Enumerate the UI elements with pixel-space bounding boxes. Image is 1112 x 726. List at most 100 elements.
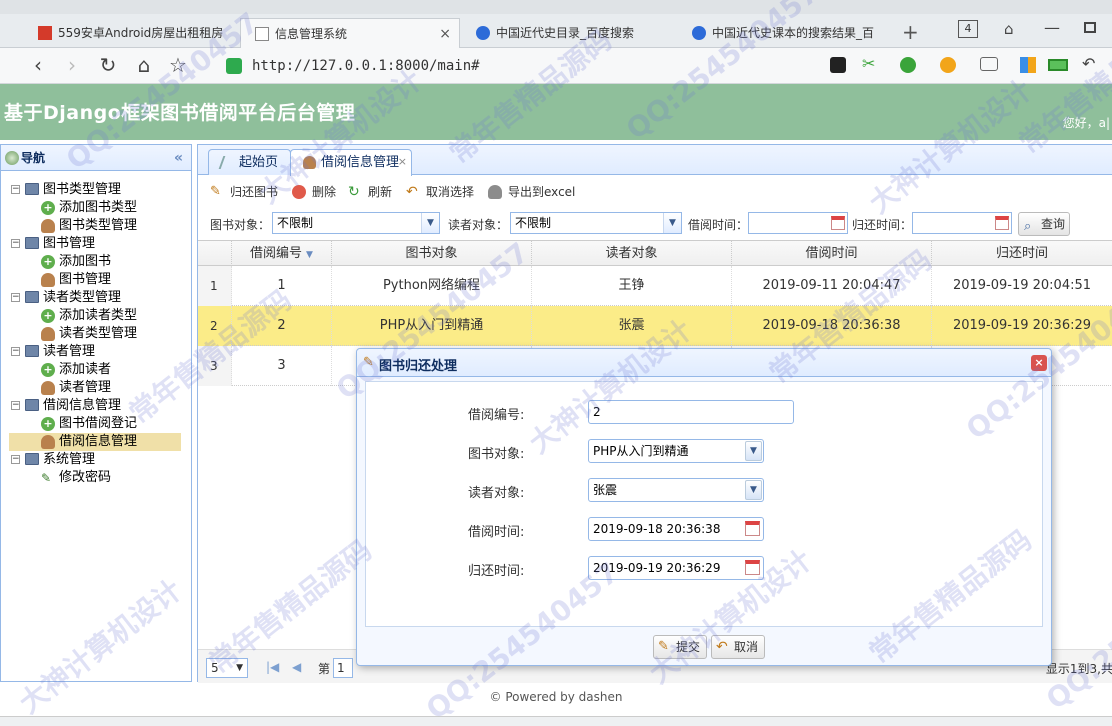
chat-icon[interactable]	[980, 57, 998, 71]
star-icon[interactable]: ☆	[166, 54, 190, 78]
tab-count-badge[interactable]: 4	[958, 20, 978, 38]
shirt-icon[interactable]: ⌂	[1004, 20, 1014, 38]
refresh-button[interactable]: ↻ 刷新	[348, 183, 392, 201]
sidebar-group[interactable]: − 读者类型管理	[11, 289, 121, 307]
forward-icon[interactable]: ›	[60, 54, 84, 78]
table-row[interactable]: 1 1 Python网络编程 王铮 2019-09-11 20:04:47 2019-09…	[198, 266, 1112, 306]
sidebar-item-label: 添加读者类型	[59, 308, 138, 323]
book-filter-select[interactable]: 不限制 ▼	[272, 212, 440, 234]
return-book-button[interactable]: ✎ 归还图书	[210, 183, 278, 201]
sidebar-item[interactable]: + 添加读者	[41, 361, 111, 379]
column-header[interactable]: 归还时间	[932, 241, 1112, 266]
minimize-icon[interactable]: —	[1044, 18, 1060, 37]
collapse-toggle-icon[interactable]: −	[11, 293, 20, 302]
new-tab-icon[interactable]: +	[902, 20, 919, 44]
sidebar-item[interactable]: + 添加图书类型	[41, 199, 137, 217]
sidebar-item[interactable]: 图书管理	[41, 271, 111, 289]
sidebar-item[interactable]: ✎ 修改密码	[41, 469, 111, 487]
sidebar-item-label: 借阅信息管理	[59, 434, 138, 449]
borrow-id-field[interactable]: 2	[588, 400, 794, 424]
browser-tab-3[interactable]: 中国近代史目录_百度搜索	[462, 18, 672, 48]
browser-tab-4[interactable]: 中国近代史课本的搜索结果_百	[678, 18, 878, 48]
sidebar-group[interactable]: − 图书类型管理	[11, 181, 121, 199]
cancel-label: 取消	[734, 640, 759, 654]
column-header[interactable]: 借阅时间	[732, 241, 932, 266]
sidebar-item[interactable]: + 添加图书	[41, 253, 111, 271]
chevron-down-icon[interactable]: ▼	[745, 441, 762, 461]
reader-object-select[interactable]: 张震 ▼	[588, 478, 764, 502]
prev-page-icon[interactable]: ◀	[292, 660, 301, 674]
deselect-button[interactable]: ↶ 取消选择	[406, 183, 474, 201]
back-icon[interactable]: ‹	[26, 54, 50, 78]
cancel-button[interactable]: ↶ 取消	[711, 635, 766, 659]
calendar-icon[interactable]	[745, 560, 760, 575]
collapse-icon[interactable]: «	[174, 145, 183, 171]
sidebar-group[interactable]: − 图书管理	[11, 235, 95, 253]
close-tab-icon[interactable]: ×	[398, 149, 407, 174]
return-time-field[interactable]: 2019-09-19 20:36:29	[588, 556, 764, 580]
export-excel-button[interactable]: 导出到excel	[488, 183, 575, 201]
calendar-icon[interactable]	[831, 216, 845, 230]
translate-icon[interactable]	[900, 57, 916, 73]
extension-icon[interactable]	[830, 57, 846, 73]
sidebar-item[interactable]: 读者管理	[41, 379, 111, 397]
calendar-icon[interactable]	[745, 521, 760, 536]
chevron-down-icon[interactable]: ▼	[663, 213, 681, 233]
collapse-toggle-icon[interactable]: −	[11, 455, 20, 464]
column-header[interactable]: 图书对象	[332, 241, 532, 266]
address-bar[interactable]: http://127.0.0.1:8000/main#	[220, 53, 720, 79]
close-tab-icon[interactable]: ×	[439, 19, 451, 48]
close-icon[interactable]: ×	[1031, 355, 1047, 371]
home-icon[interactable]: ⌂	[132, 54, 156, 78]
sidebar-item[interactable]: 图书类型管理	[41, 217, 137, 235]
sort-icon[interactable]: ▼	[306, 250, 313, 260]
borrow-time-input[interactable]	[748, 212, 848, 234]
collapse-toggle-icon[interactable]: −	[11, 185, 20, 194]
sidebar-item[interactable]: + 图书借阅登记	[41, 415, 137, 433]
collapse-toggle-icon[interactable]: −	[11, 239, 20, 248]
book-object-select[interactable]: PHP从入门到精通 ▼	[588, 439, 764, 463]
sidebar-item[interactable]: 读者类型管理	[41, 325, 137, 343]
table-cell: 1	[232, 266, 332, 306]
borrow-time-label: 借阅时间：	[688, 218, 749, 232]
scissors-icon[interactable]: ✂	[862, 54, 875, 73]
sidebar-group[interactable]: − 读者管理	[11, 343, 95, 361]
coin-icon[interactable]	[940, 57, 956, 73]
table-row[interactable]: 2 2 PHP从入门到精通 张震 2019-09-18 20:36:38 2019-09-…	[198, 306, 1112, 346]
reader-filter-select[interactable]: 不限制 ▼	[510, 212, 682, 234]
sidebar-group[interactable]: − 系统管理	[11, 451, 95, 469]
column-header[interactable]: 借阅编号 ▼	[232, 241, 332, 266]
page-number-input[interactable]: 1	[333, 658, 353, 678]
chevron-down-icon[interactable]: ▼	[745, 480, 762, 500]
query-button[interactable]: ⌕ 查询	[1018, 212, 1070, 236]
reload-icon[interactable]: ↻	[96, 54, 120, 78]
submit-button[interactable]: ✎ 提交	[653, 635, 708, 659]
apps-icon[interactable]	[1020, 57, 1036, 73]
sidebar-item[interactable]: + 添加读者类型	[41, 307, 137, 325]
browser-tab-1[interactable]: 559安卓Android房屋出租租房	[24, 18, 224, 48]
sidebar-group[interactable]: − 借阅信息管理	[11, 397, 121, 415]
undo-icon[interactable]: ↶	[1082, 54, 1095, 73]
sidebar-item[interactable]: 借阅信息管理	[9, 433, 181, 451]
page-size-select[interactable]: 5 ▼	[206, 658, 248, 678]
calendar-icon[interactable]	[995, 216, 1009, 230]
borrow-time-field[interactable]: 2019-09-18 20:36:38	[588, 517, 764, 541]
tab-borrow-management[interactable]: 借阅信息管理 ×	[290, 149, 413, 176]
delete-button[interactable]: 删除	[292, 183, 336, 201]
chevron-down-icon[interactable]: ▼	[421, 213, 439, 233]
undo-icon: ↶	[406, 184, 418, 200]
collapse-toggle-icon[interactable]: −	[11, 347, 20, 356]
browser-status-bar	[0, 716, 1112, 726]
return-time-input[interactable]	[912, 212, 1012, 234]
first-page-icon[interactable]: |◀	[266, 660, 279, 674]
query-label: 查询	[1041, 217, 1066, 231]
collapse-toggle-icon[interactable]: −	[11, 401, 20, 410]
dialog-header: ✎ 图书归还处理 ×	[357, 349, 1051, 377]
column-header[interactable]: 读者对象	[532, 241, 732, 266]
maximize-icon[interactable]	[1084, 22, 1096, 33]
column-header-label: 借阅编号	[250, 246, 303, 261]
browser-tab-2[interactable]: 信息管理系统 ×	[240, 18, 460, 48]
tab-home[interactable]: 起始页	[208, 149, 292, 175]
battery-icon[interactable]	[1048, 59, 1068, 71]
table-cell: 2019-09-19 20:04:51	[932, 266, 1112, 306]
